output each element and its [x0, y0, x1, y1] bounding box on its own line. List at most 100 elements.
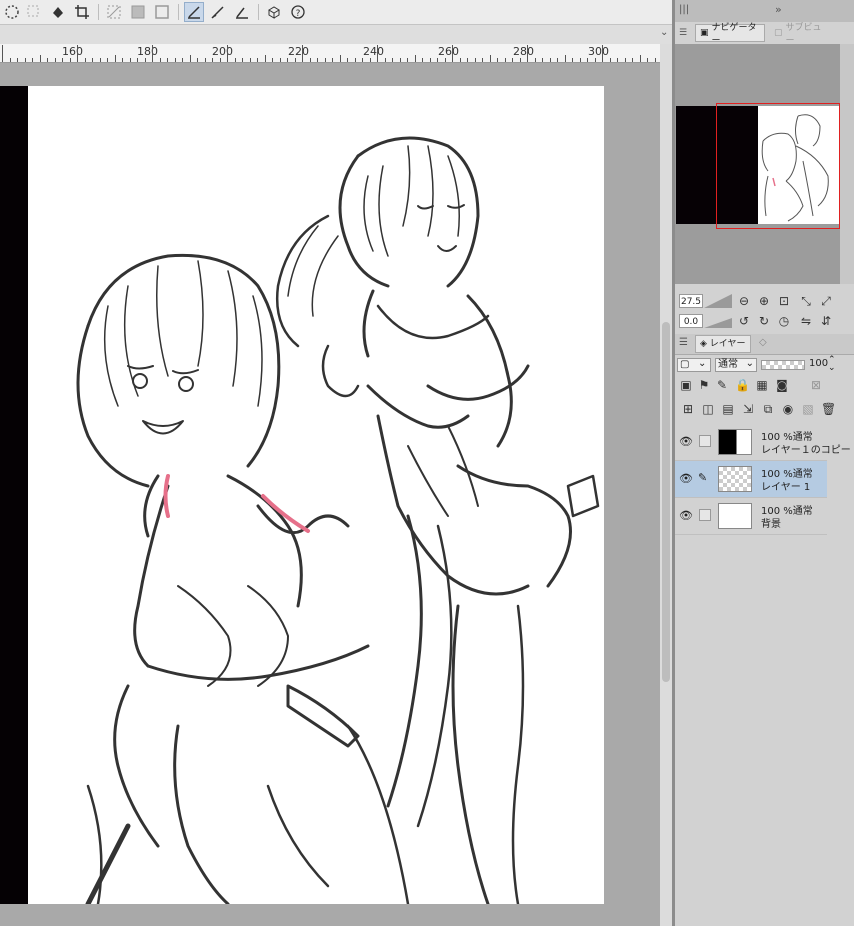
grip-icon[interactable]: ||| — [679, 4, 689, 15]
layer-checkbox[interactable] — [699, 509, 711, 521]
drawing-canvas[interactable] — [28, 86, 604, 904]
ruler-tick — [654, 58, 656, 62]
opacity-slider[interactable] — [761, 360, 805, 370]
new-vector-layer-icon[interactable]: ◫ — [701, 402, 715, 416]
chevron-down-icon[interactable]: ⌄ — [660, 27, 668, 38]
perspective-icon[interactable] — [232, 2, 252, 22]
lock-icon[interactable]: 🔒 — [735, 378, 750, 392]
ruler-tick — [9, 58, 11, 62]
flip-vertical-icon[interactable]: ⇵ — [819, 314, 833, 328]
ruler-tick — [474, 58, 476, 62]
menu-icon[interactable]: ☰ — [675, 24, 693, 42]
transfer-icon[interactable]: ⇲ — [741, 402, 755, 416]
layer-row[interactable]: 👁 100 %通常 レイヤー１のコピー — [675, 424, 851, 461]
ruler-range-icon[interactable]: ⊠ — [809, 378, 823, 392]
ruler-tick — [294, 58, 296, 62]
trash-icon[interactable]: 🗑 — [821, 402, 836, 416]
clear-icon[interactable] — [104, 2, 124, 22]
stepper-icon[interactable]: ⌃ ⌄ — [828, 356, 836, 373]
ruler-tick — [377, 45, 378, 62]
ruler-tick — [62, 58, 63, 62]
ruler-tick — [54, 58, 56, 62]
fit-icon[interactable]: ⊡ — [777, 294, 791, 308]
ruler-tick — [219, 58, 221, 62]
blend-mode-select[interactable]: 通常 ⌄ — [715, 358, 757, 372]
layer-checkbox[interactable] — [699, 435, 711, 447]
mask-layer-icon[interactable]: ◉ — [781, 402, 795, 416]
lock-transparency-icon[interactable]: ▦ — [755, 378, 769, 392]
apply-mask-icon[interactable]: ▧ — [801, 402, 815, 416]
ruler-tick — [519, 58, 521, 62]
new-raster-layer-icon[interactable]: ⊞ — [681, 402, 695, 416]
flip-horizontal-icon[interactable]: ⇋ — [799, 314, 813, 328]
ruler-tick — [122, 58, 123, 62]
eye-icon[interactable]: 👁 — [679, 472, 693, 486]
zoom-slider[interactable] — [704, 294, 732, 308]
tab-navigator[interactable]: ▣ ナビゲーター — [695, 23, 765, 46]
ruler-tick — [602, 45, 603, 62]
rotate-left-icon[interactable]: ↺ — [737, 314, 751, 328]
horizontal-ruler: 160 180 200 220 240 260 280 300 — [0, 44, 660, 63]
zoom-out-icon[interactable]: ⊖ — [737, 294, 751, 308]
ruler-tick — [452, 45, 453, 62]
tab-subview[interactable]: ▢ サブビュー — [770, 23, 834, 46]
menu-icon[interactable]: ☰ — [679, 337, 688, 348]
ruler-tick — [369, 58, 371, 62]
ruler-tick — [227, 45, 228, 62]
zoom-control-row: 27.5 ⊖ ⊕ ⊡ ⤡ ⤢ — [675, 292, 854, 310]
help-icon[interactable]: ? — [288, 2, 308, 22]
ruler-tick — [152, 45, 153, 62]
mask-icon[interactable]: ◙ — [775, 378, 789, 392]
color-mode-select[interactable]: ▢ ⌄ — [677, 358, 711, 372]
rotate-right-icon[interactable]: ↻ — [757, 314, 771, 328]
opacity-value[interactable]: 100 — [809, 358, 828, 369]
zoom-field[interactable]: 27.5 — [679, 294, 703, 308]
ruler-tick — [339, 55, 341, 62]
draft-icon[interactable]: ✎ — [715, 378, 729, 392]
rotation-slider[interactable] — [704, 314, 732, 328]
ruler-tick — [504, 58, 506, 62]
border-icon[interactable] — [152, 2, 172, 22]
layer-row-selected[interactable]: 👁 ✎ 100 %通常 レイヤー 1 — [675, 461, 827, 498]
vertical-scroll-thumb[interactable] — [662, 322, 670, 682]
ruler-tick — [69, 58, 71, 62]
fit-window-icon[interactable]: ⤡ — [799, 294, 813, 308]
tab-layer[interactable]: ◈ レイヤー — [695, 335, 751, 353]
selection-icon[interactable] — [2, 2, 22, 22]
zoom-in-icon[interactable]: ⊕ — [757, 294, 771, 308]
panel-scrollbar[interactable] — [840, 44, 854, 284]
expand-icon[interactable]: » — [775, 3, 782, 16]
ruler-tick — [444, 58, 446, 62]
3d-icon[interactable] — [264, 2, 284, 22]
clip-icon[interactable]: ▣ — [679, 378, 693, 392]
ruler-tick — [639, 55, 641, 62]
ruler-tick — [264, 55, 266, 62]
ruler-tick — [549, 58, 551, 62]
brush-snap-icon[interactable] — [208, 2, 228, 22]
reference-icon[interactable]: ⚑ — [697, 378, 711, 392]
ruler-tick — [309, 58, 311, 62]
rotation-field[interactable]: 0.0 — [679, 314, 703, 328]
crop-icon[interactable] — [72, 2, 92, 22]
layers-icon: ◈ — [700, 339, 707, 349]
fill-selection-icon[interactable] — [128, 2, 148, 22]
merge-icon[interactable]: ⧉ — [761, 402, 775, 416]
deselect-icon[interactable] — [24, 2, 44, 22]
ruler-tick — [609, 58, 611, 62]
layer-row[interactable]: 👁 100 %通常 背景 — [675, 498, 827, 535]
eye-icon[interactable]: 👁 — [679, 509, 693, 523]
layer-name: 背景 — [761, 519, 781, 530]
navigator-view-frame[interactable] — [716, 103, 840, 229]
ruler-tick — [2, 45, 3, 62]
ruler-snap-icon[interactable] — [184, 2, 204, 22]
ruler-tick — [182, 58, 183, 62]
ruler-tick — [47, 58, 48, 62]
new-folder-icon[interactable]: ▤ — [721, 402, 735, 416]
ruler-tick — [17, 58, 18, 62]
eye-icon[interactable]: 👁 — [679, 435, 693, 449]
fill-icon[interactable] — [48, 2, 68, 22]
ruler-tick — [287, 58, 288, 62]
reset-rotation-icon[interactable]: ◷ — [777, 314, 791, 328]
layer-property-icon[interactable]: ◇ — [759, 337, 767, 348]
actual-size-icon[interactable]: ⤢ — [819, 294, 833, 308]
